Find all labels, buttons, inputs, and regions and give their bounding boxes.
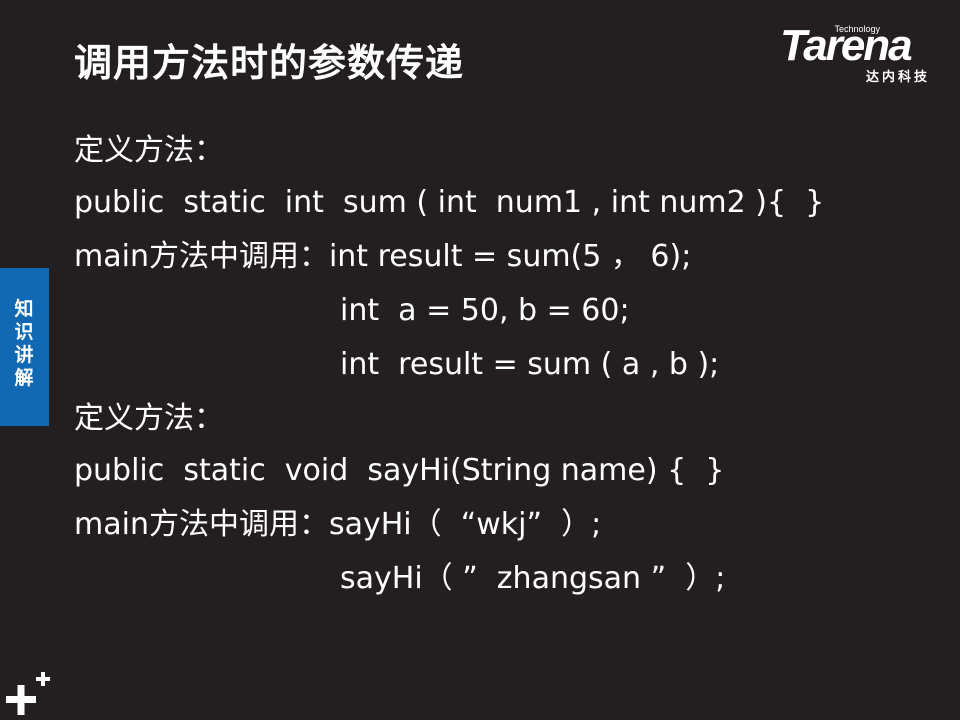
body-line-7: public static void sayHi(String name) { …	[74, 453, 725, 488]
body-line-8: main方法中调用：sayHi（ “wkj” ）;	[74, 507, 602, 542]
body-line-3: main方法中调用：int result = sum(5 ， 6);	[74, 239, 692, 274]
side-tab-label: 知识讲解	[14, 298, 34, 389]
plus-icon	[6, 672, 50, 715]
body-line-5: int result = sum ( a , b );	[340, 347, 720, 382]
body-line-2: public static int sum ( int num1 , int n…	[74, 185, 825, 220]
body-line-9: sayHi（ ” zhangsan ” ）;	[340, 561, 726, 596]
slide: 调用方法时的参数传递 Technology Tarena 达内科技 知识讲解 定…	[0, 0, 960, 720]
body-line-4: int a = 50, b = 60;	[340, 293, 630, 328]
body-line-1: 定义方法：	[74, 133, 224, 168]
side-tab: 知识讲解	[0, 268, 49, 426]
logo-brand-text: Tarena	[780, 21, 913, 70]
tarena-logo: Technology Tarena 达内科技	[780, 20, 950, 86]
logo-chinese-text: 达内科技	[866, 70, 931, 85]
body-line-6: 定义方法：	[74, 401, 224, 436]
slide-title: 调用方法时的参数传递	[74, 41, 465, 85]
